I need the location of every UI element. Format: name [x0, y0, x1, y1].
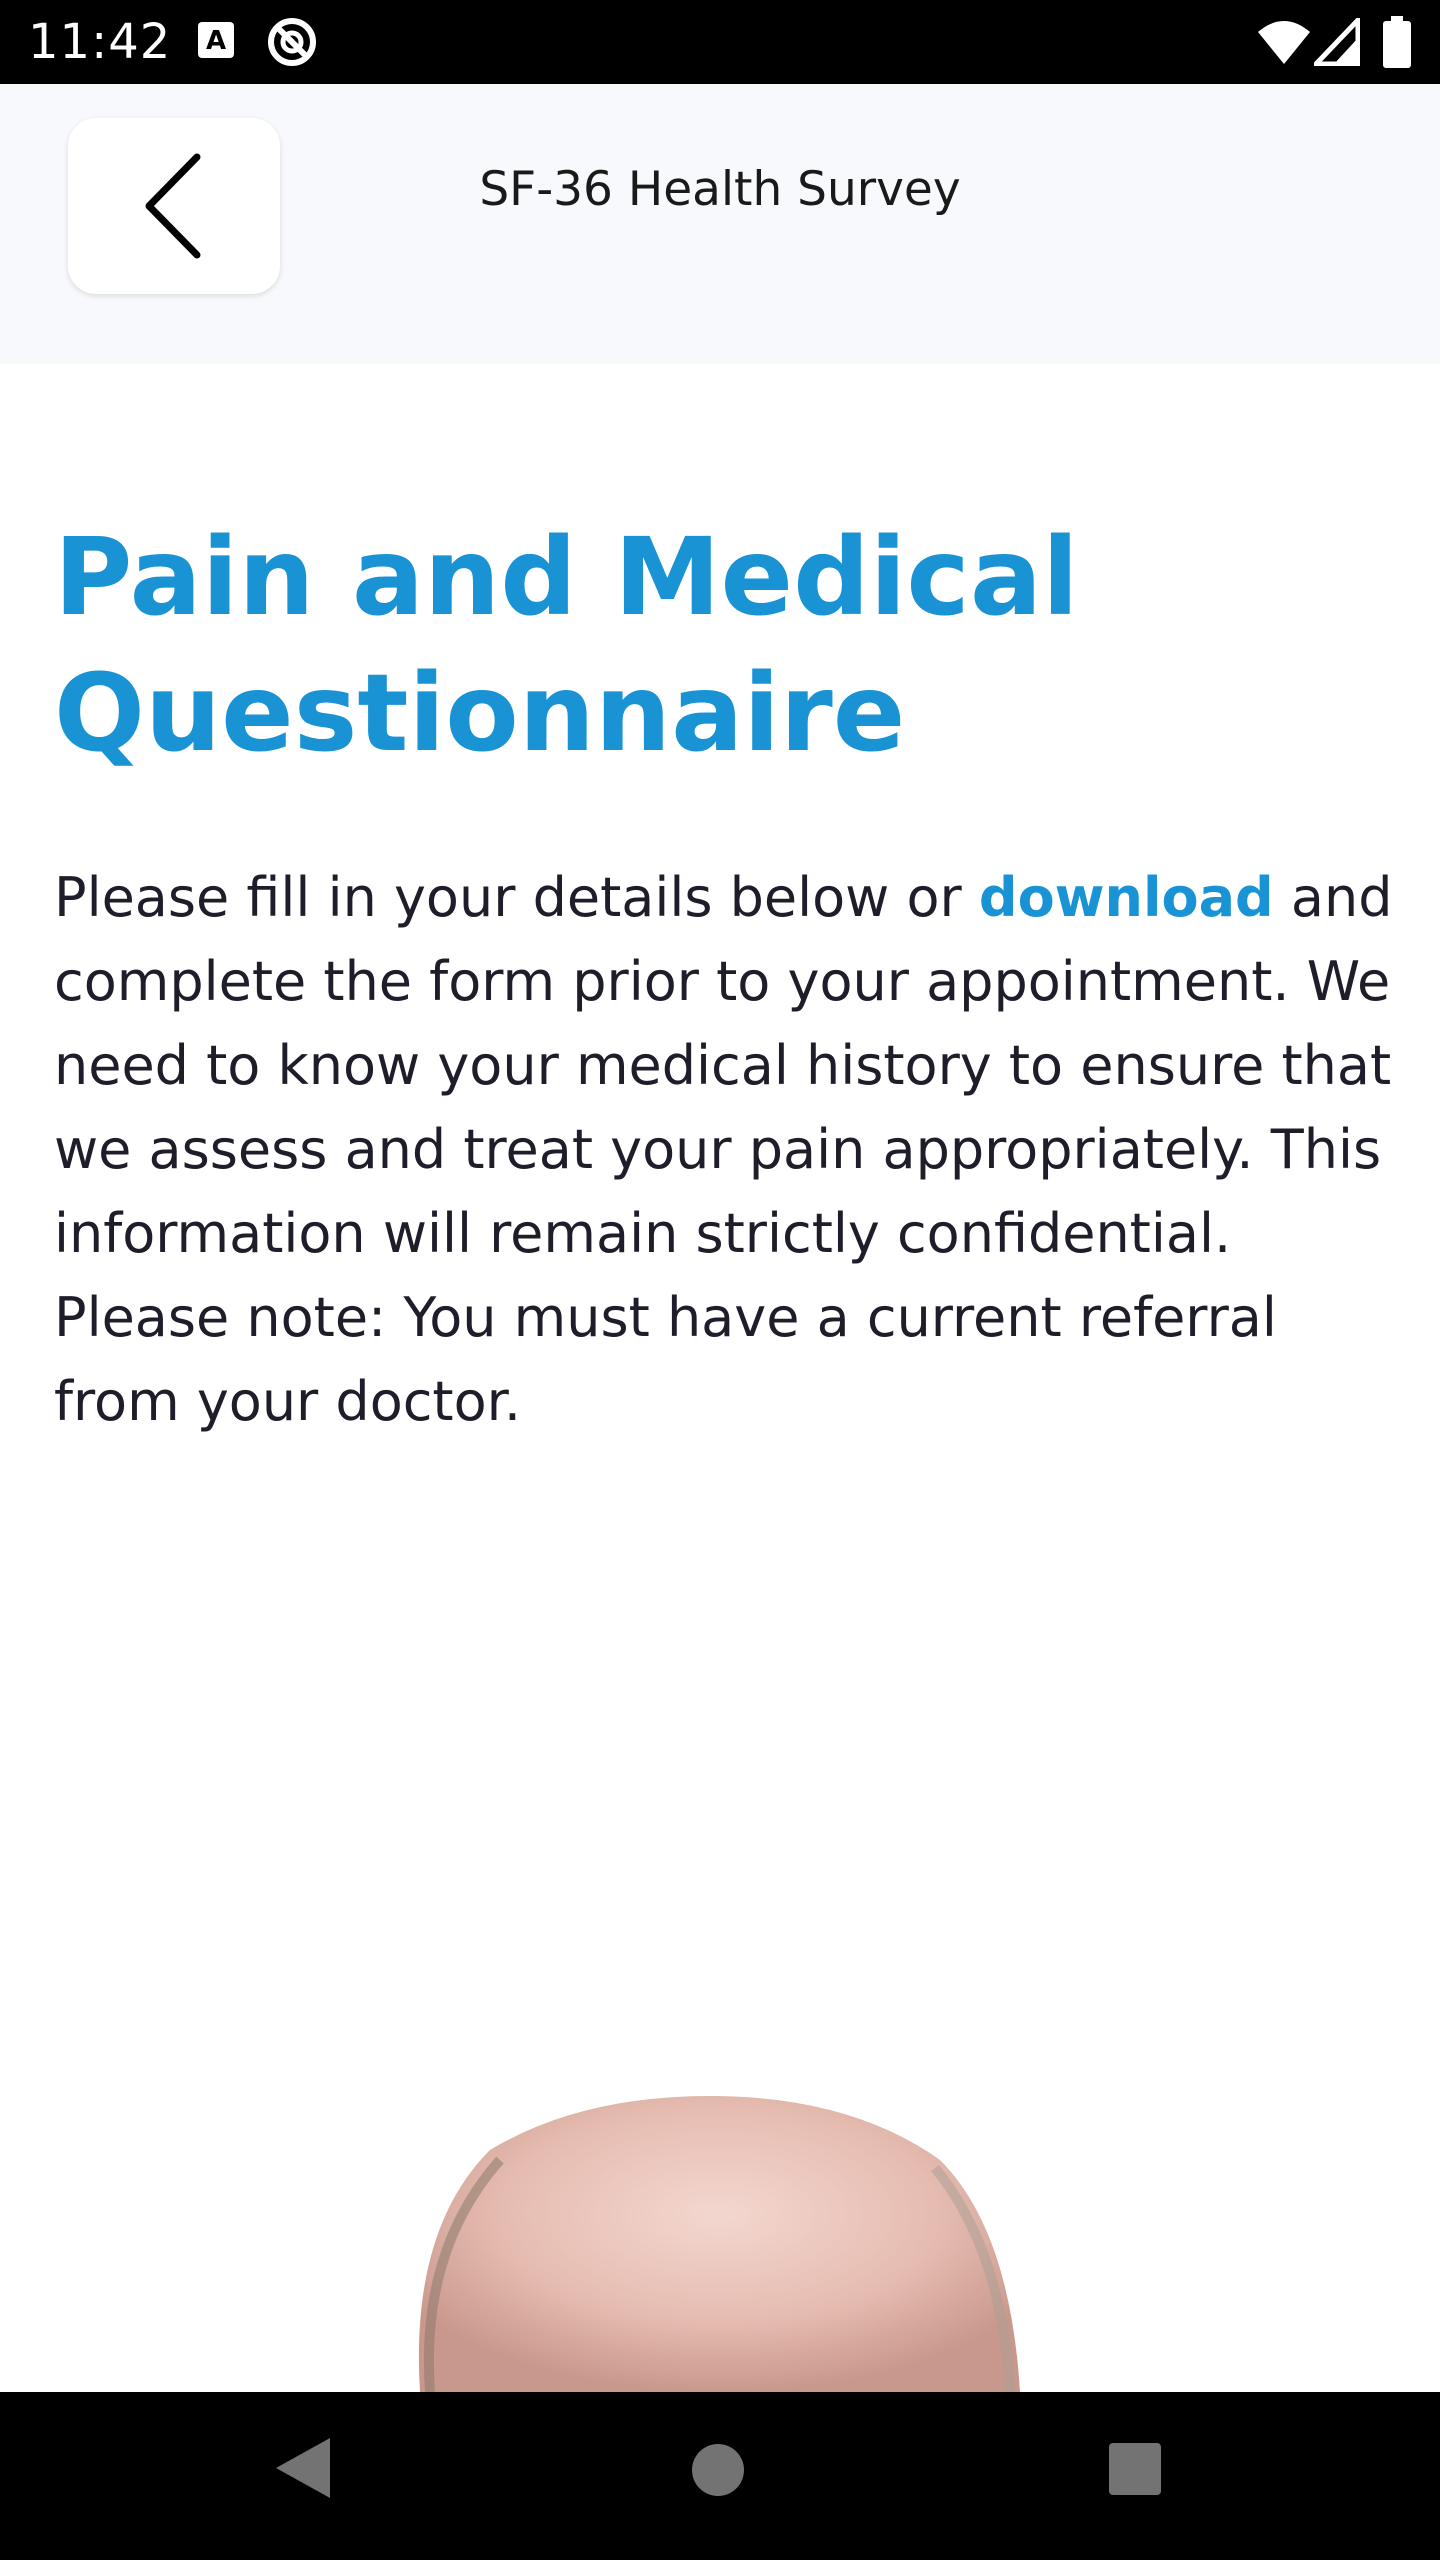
intro-text-start: Please fill in your details below or — [54, 866, 979, 929]
status-bar: 11:42 A — [0, 0, 1440, 84]
status-time: 11:42 — [28, 14, 172, 70]
nav-home-icon[interactable] — [690, 2442, 746, 2498]
intro-paragraph: Please fill in your details below or dow… — [54, 856, 1394, 1444]
page-title-line-2: Questionnaire — [54, 652, 906, 776]
font-a-icon: A — [198, 22, 234, 58]
nav-back-icon[interactable] — [272, 2434, 334, 2502]
download-link[interactable]: download — [979, 866, 1274, 929]
app-header: SF-36 Health Survey — [0, 84, 1440, 364]
no-sync-icon — [268, 18, 316, 66]
page-title-line-1: Pain and Medical — [54, 516, 1079, 640]
hero-image — [380, 2080, 1060, 2392]
signal-icon — [1314, 18, 1360, 66]
system-nav-bar — [0, 2392, 1440, 2560]
battery-icon — [1383, 16, 1411, 68]
page-title: Pain and Medical Questionnaire — [54, 510, 1394, 782]
svg-text:A: A — [206, 26, 226, 56]
nav-recents-icon[interactable] — [1108, 2442, 1162, 2496]
wifi-icon — [1258, 21, 1310, 64]
page-header-title: SF-36 Health Survey — [479, 162, 961, 217]
intro-text-rest: and complete the form prior to your appo… — [54, 866, 1393, 1433]
